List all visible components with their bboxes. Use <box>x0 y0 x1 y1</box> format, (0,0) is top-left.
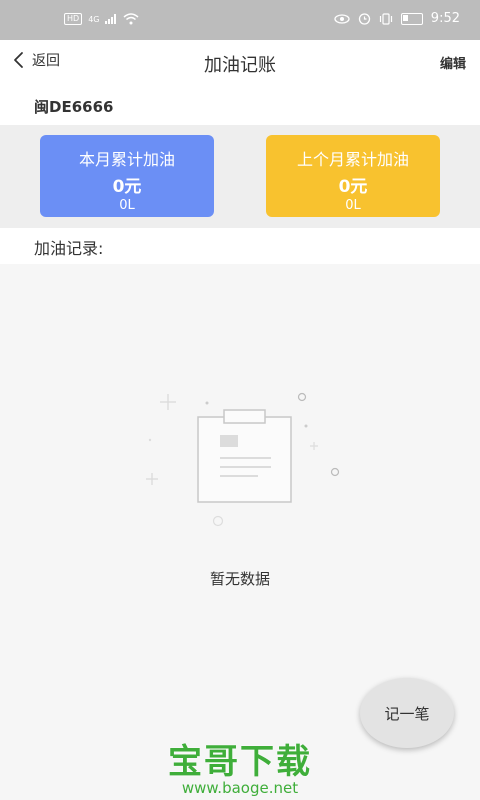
status-left: HD 4G <box>64 13 139 25</box>
card-amount: 0元 <box>112 177 142 197</box>
nav-bar: 返回 加油记账 编辑 <box>0 40 480 84</box>
edit-button[interactable]: 编辑 <box>440 53 466 72</box>
card-volume: 0L <box>345 198 361 213</box>
license-plate: 闽DE6666 <box>34 98 114 116</box>
clipboard-empty-icon <box>146 392 340 527</box>
vibrate-icon <box>379 12 392 25</box>
battery-icon <box>400 12 423 25</box>
eye-icon <box>334 13 350 24</box>
empty-text: 暂无数据 <box>209 570 270 588</box>
hd-badge: HD <box>64 13 83 25</box>
network-label: 4G <box>88 14 100 24</box>
add-record-button[interactable]: 记一笔 <box>360 678 454 748</box>
records-header: 加油记录: <box>0 228 480 264</box>
records-label: 加油记录: <box>34 239 104 258</box>
card-amount: 0元 <box>338 177 368 197</box>
last-month-card: 上个月累计加油 0元 0L <box>266 135 440 217</box>
summary-cards: 本月累计加油 0元 0L 上个月累计加油 0元 0L <box>0 125 480 228</box>
page-title: 加油记账 <box>204 55 276 76</box>
status-bar: HD 4G 9:52 <box>0 0 480 40</box>
card-title: 上个月累计加油 <box>296 150 409 169</box>
status-time: 9:52 <box>430 11 460 26</box>
alarm-icon <box>358 13 370 25</box>
status-right: 9:52 <box>334 11 460 26</box>
signal-icon <box>105 14 117 24</box>
card-title: 本月累计加油 <box>78 150 175 169</box>
card-volume: 0L <box>119 198 135 213</box>
wifi-icon <box>123 13 139 25</box>
this-month-card: 本月累计加油 0元 0L <box>40 135 214 217</box>
plate-row: 闽DE6666 <box>0 84 480 125</box>
